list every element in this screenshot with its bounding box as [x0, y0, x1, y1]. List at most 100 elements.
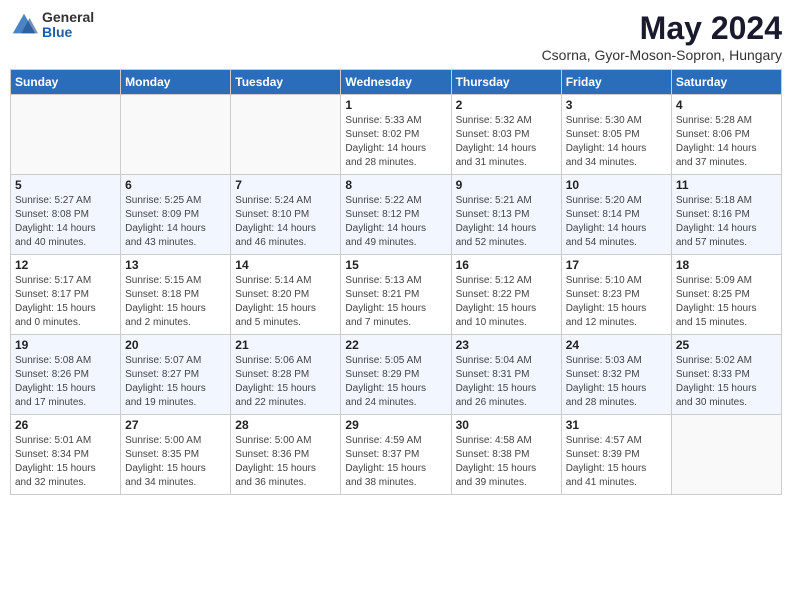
- calendar-cell: 15 Sunrise: 5:13 AM Sunset: 8:21 PM Dayli…: [341, 255, 451, 335]
- day-info: Sunrise: 5:00 AM Sunset: 8:36 PM Dayligh…: [235, 434, 336, 490]
- calendar-cell: 25Sunrise: 5:02 AM Sunset: 8:33 PM Dayli…: [671, 335, 781, 415]
- calendar-cell: [11, 95, 121, 175]
- weekday-header-thursday: Thursday: [451, 70, 561, 95]
- month-title: May 2024: [542, 10, 782, 47]
- calendar-cell: [231, 95, 341, 175]
- calendar-cell: 26 Sunrise: 5:01 AM Sunset: 8:34 PM Dayli…: [11, 415, 121, 495]
- calendar-table: SundayMondayTuesdayWednesdayThursdayFrid…: [10, 69, 782, 495]
- day-number: 1: [345, 98, 446, 112]
- logo: General Blue: [10, 10, 94, 41]
- calendar-cell: 1 Sunrise: 5:33 AM Sunset: 8:02 PM Daylig…: [341, 95, 451, 175]
- calendar-cell: 30Sunrise: 4:58 AM Sunset: 8:38 PM Dayli…: [451, 415, 561, 495]
- day-info: Sunrise: 5:32 AM Sunset: 8:03 PM Dayligh…: [456, 114, 557, 170]
- calendar-cell: 8 Sunrise: 5:22 AM Sunset: 8:12 PM Daylig…: [341, 175, 451, 255]
- calendar-cell: 7 Sunrise: 5:24 AM Sunset: 8:10 PM Daylig…: [231, 175, 341, 255]
- calendar-cell: 12 Sunrise: 5:17 AM Sunset: 8:17 PM Dayli…: [11, 255, 121, 335]
- day-number: 12: [15, 258, 116, 272]
- day-number: 27: [125, 418, 226, 432]
- day-info: Sunrise: 4:59 AM Sunset: 8:37 PM Dayligh…: [345, 434, 446, 490]
- calendar-cell: 18Sunrise: 5:09 AM Sunset: 8:25 PM Dayli…: [671, 255, 781, 335]
- weekday-header-monday: Monday: [121, 70, 231, 95]
- calendar-cell: 4Sunrise: 5:28 AM Sunset: 8:06 PM Daylig…: [671, 95, 781, 175]
- day-number: 6: [125, 178, 226, 192]
- day-info: Sunrise: 5:17 AM Sunset: 8:17 PM Dayligh…: [15, 274, 116, 330]
- calendar-cell: 19 Sunrise: 5:08 AM Sunset: 8:26 PM Dayli…: [11, 335, 121, 415]
- calendar-cell: 10Sunrise: 5:20 AM Sunset: 8:14 PM Dayli…: [561, 175, 671, 255]
- day-number: 17: [566, 258, 667, 272]
- day-info: Sunrise: 4:58 AM Sunset: 8:38 PM Dayligh…: [456, 434, 557, 490]
- calendar-cell: 11Sunrise: 5:18 AM Sunset: 8:16 PM Dayli…: [671, 175, 781, 255]
- day-number: 28: [235, 418, 336, 432]
- day-info: Sunrise: 5:01 AM Sunset: 8:34 PM Dayligh…: [15, 434, 116, 490]
- calendar-cell: 21Sunrise: 5:06 AM Sunset: 8:28 PM Dayli…: [231, 335, 341, 415]
- day-number: 9: [456, 178, 557, 192]
- day-info: Sunrise: 4:57 AM Sunset: 8:39 PM Dayligh…: [566, 434, 667, 490]
- day-number: 29: [345, 418, 446, 432]
- calendar-week-row: 1 Sunrise: 5:33 AM Sunset: 8:02 PM Daylig…: [11, 95, 782, 175]
- calendar-cell: 24Sunrise: 5:03 AM Sunset: 8:32 PM Dayli…: [561, 335, 671, 415]
- calendar-cell: 9 Sunrise: 5:21 AM Sunset: 8:13 PM Daylig…: [451, 175, 561, 255]
- day-number: 24: [566, 338, 667, 352]
- logo-icon: [10, 11, 38, 39]
- calendar-cell: 13Sunrise: 5:15 AM Sunset: 8:18 PM Dayli…: [121, 255, 231, 335]
- day-number: 15: [345, 258, 446, 272]
- day-number: 11: [676, 178, 777, 192]
- calendar-week-row: 12 Sunrise: 5:17 AM Sunset: 8:17 PM Dayli…: [11, 255, 782, 335]
- calendar-cell: 17 Sunrise: 5:10 AM Sunset: 8:23 PM Dayli…: [561, 255, 671, 335]
- calendar-cell: [121, 95, 231, 175]
- calendar-cell: 5 Sunrise: 5:27 AM Sunset: 8:08 PM Daylig…: [11, 175, 121, 255]
- calendar-week-row: 5 Sunrise: 5:27 AM Sunset: 8:08 PM Daylig…: [11, 175, 782, 255]
- calendar-cell: 20 Sunrise: 5:07 AM Sunset: 8:27 PM Dayli…: [121, 335, 231, 415]
- day-info: Sunrise: 5:08 AM Sunset: 8:26 PM Dayligh…: [15, 354, 116, 410]
- day-info: Sunrise: 5:02 AM Sunset: 8:33 PM Dayligh…: [676, 354, 777, 410]
- day-info: Sunrise: 5:05 AM Sunset: 8:29 PM Dayligh…: [345, 354, 446, 410]
- day-info: Sunrise: 5:13 AM Sunset: 8:21 PM Dayligh…: [345, 274, 446, 330]
- weekday-header-saturday: Saturday: [671, 70, 781, 95]
- weekday-header-row: SundayMondayTuesdayWednesdayThursdayFrid…: [11, 70, 782, 95]
- day-info: Sunrise: 5:00 AM Sunset: 8:35 PM Dayligh…: [125, 434, 226, 490]
- logo-blue-text: Blue: [42, 25, 94, 40]
- page-header: General Blue May 2024 Csorna, Gyor-Moson…: [10, 10, 782, 63]
- calendar-cell: 3 Sunrise: 5:30 AM Sunset: 8:05 PM Daylig…: [561, 95, 671, 175]
- day-info: Sunrise: 5:10 AM Sunset: 8:23 PM Dayligh…: [566, 274, 667, 330]
- day-info: Sunrise: 5:15 AM Sunset: 8:18 PM Dayligh…: [125, 274, 226, 330]
- day-info: Sunrise: 5:20 AM Sunset: 8:14 PM Dayligh…: [566, 194, 667, 250]
- day-number: 7: [235, 178, 336, 192]
- day-number: 14: [235, 258, 336, 272]
- day-info: Sunrise: 5:22 AM Sunset: 8:12 PM Dayligh…: [345, 194, 446, 250]
- calendar-cell: 16 Sunrise: 5:12 AM Sunset: 8:22 PM Dayli…: [451, 255, 561, 335]
- day-number: 8: [345, 178, 446, 192]
- calendar-cell: 23Sunrise: 5:04 AM Sunset: 8:31 PM Dayli…: [451, 335, 561, 415]
- weekday-header-wednesday: Wednesday: [341, 70, 451, 95]
- day-number: 19: [15, 338, 116, 352]
- day-info: Sunrise: 5:30 AM Sunset: 8:05 PM Dayligh…: [566, 114, 667, 170]
- calendar-week-row: 19 Sunrise: 5:08 AM Sunset: 8:26 PM Dayli…: [11, 335, 782, 415]
- day-number: 16: [456, 258, 557, 272]
- calendar-week-row: 26 Sunrise: 5:01 AM Sunset: 8:34 PM Dayli…: [11, 415, 782, 495]
- location-text: Csorna, Gyor-Moson-Sopron, Hungary: [542, 47, 782, 63]
- day-info: Sunrise: 5:24 AM Sunset: 8:10 PM Dayligh…: [235, 194, 336, 250]
- day-info: Sunrise: 5:21 AM Sunset: 8:13 PM Dayligh…: [456, 194, 557, 250]
- day-info: Sunrise: 5:25 AM Sunset: 8:09 PM Dayligh…: [125, 194, 226, 250]
- calendar-cell: [671, 415, 781, 495]
- day-info: Sunrise: 5:14 AM Sunset: 8:20 PM Dayligh…: [235, 274, 336, 330]
- logo-general-text: General: [42, 10, 94, 25]
- day-info: Sunrise: 5:27 AM Sunset: 8:08 PM Dayligh…: [15, 194, 116, 250]
- day-number: 23: [456, 338, 557, 352]
- day-number: 3: [566, 98, 667, 112]
- day-info: Sunrise: 5:07 AM Sunset: 8:27 PM Dayligh…: [125, 354, 226, 410]
- day-info: Sunrise: 5:33 AM Sunset: 8:02 PM Dayligh…: [345, 114, 446, 170]
- calendar-cell: 14 Sunrise: 5:14 AM Sunset: 8:20 PM Dayli…: [231, 255, 341, 335]
- weekday-header-sunday: Sunday: [11, 70, 121, 95]
- day-number: 5: [15, 178, 116, 192]
- day-info: Sunrise: 5:06 AM Sunset: 8:28 PM Dayligh…: [235, 354, 336, 410]
- day-info: Sunrise: 5:12 AM Sunset: 8:22 PM Dayligh…: [456, 274, 557, 330]
- calendar-cell: 2Sunrise: 5:32 AM Sunset: 8:03 PM Daylig…: [451, 95, 561, 175]
- calendar-cell: 31Sunrise: 4:57 AM Sunset: 8:39 PM Dayli…: [561, 415, 671, 495]
- title-area: May 2024 Csorna, Gyor-Moson-Sopron, Hung…: [542, 10, 782, 63]
- day-number: 26: [15, 418, 116, 432]
- day-number: 20: [125, 338, 226, 352]
- weekday-header-tuesday: Tuesday: [231, 70, 341, 95]
- day-number: 22: [345, 338, 446, 352]
- day-number: 18: [676, 258, 777, 272]
